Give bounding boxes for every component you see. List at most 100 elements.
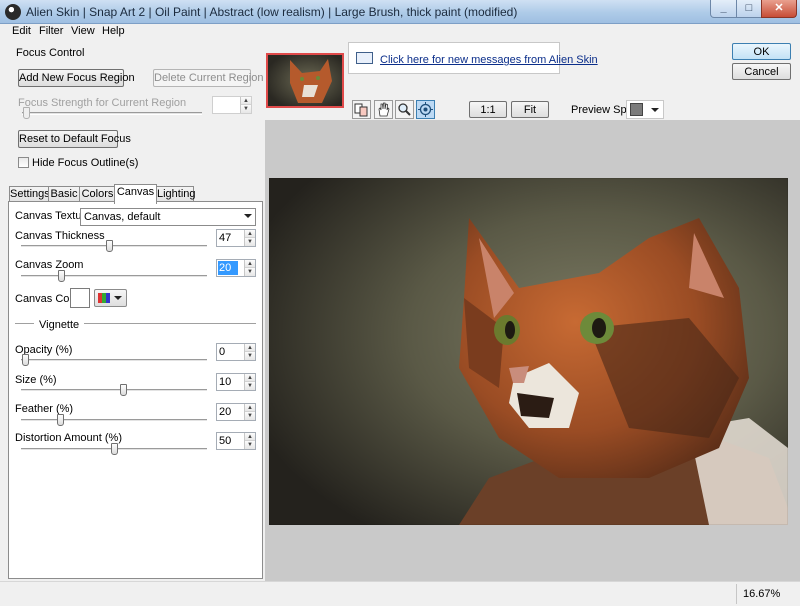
size-slider-thumb[interactable] (120, 384, 127, 396)
distortion-label: Distortion Amount (%) (15, 432, 122, 444)
canvas-thickness-spinner[interactable]: 47 ▲ ▼ (216, 229, 256, 247)
focus-strength-label: Focus Strength for Current Region (18, 97, 187, 109)
spin-down-icon[interactable]: ▼ (245, 268, 255, 276)
canvas-zoom-label: Canvas Zoom (15, 259, 84, 271)
spin-up-icon[interactable]: ▲ (245, 433, 255, 441)
ok-button[interactable]: OK (732, 43, 791, 60)
opacity-slider-track (21, 359, 207, 362)
hide-focus-outline-checkbox[interactable] (18, 157, 29, 168)
canvas-thickness-label: Canvas Thickness (15, 230, 105, 242)
navigator-thumbnail[interactable] (266, 53, 344, 108)
feather-spinner[interactable]: 20 ▲ ▼ (216, 403, 256, 421)
zoom-icon[interactable] (395, 100, 414, 119)
window-title: Alien Skin | Snap Art 2 | Oil Paint | Ab… (26, 5, 518, 19)
zoom-status-cell: 16.67% (736, 584, 798, 604)
canvas-color-swatch[interactable] (70, 288, 90, 308)
message-envelope-icon (356, 52, 373, 64)
spin-up-icon[interactable]: ▲ (245, 374, 255, 382)
focus-target-icon[interactable] (416, 100, 435, 119)
split-mode-icon (630, 103, 643, 116)
tab-settings[interactable]: Settings (9, 186, 50, 202)
focus-strength-slider-track (22, 112, 202, 115)
zoom-fit-button[interactable]: Fit (511, 101, 549, 118)
canvas-zoom-spinner[interactable]: 20 ▲ ▼ (216, 259, 256, 277)
canvas-texture-value: Canvas, default (84, 211, 161, 223)
size-input[interactable]: 10 (217, 374, 243, 390)
maximize-button[interactable]: □ (736, 0, 762, 18)
chevron-down-icon (651, 108, 659, 112)
delete-focus-region-button[interactable]: Delete Current Region (153, 69, 263, 87)
spin-down-icon[interactable]: ▼ (245, 412, 255, 420)
menu-view[interactable]: View (71, 25, 95, 37)
chevron-down-icon (244, 214, 252, 218)
compare-icon[interactable] (352, 100, 371, 119)
canvas-zoom-slider-thumb[interactable] (58, 270, 65, 282)
messages-banner[interactable]: Click here for new messages from Alien S… (348, 42, 598, 74)
menu-filter[interactable]: Filter (39, 25, 63, 37)
spin-up-icon[interactable]: ▲ (245, 344, 255, 352)
menu-edit[interactable]: Edit (12, 25, 31, 37)
vignette-divider-left (15, 323, 34, 325)
spin-down-icon[interactable]: ▼ (245, 352, 255, 360)
tab-basic[interactable]: Basic (48, 186, 80, 202)
hide-focus-outline-label: Hide Focus Outline(s) (32, 157, 139, 169)
feather-slider-thumb[interactable] (57, 414, 64, 426)
add-focus-region-button[interactable]: Add New Focus Region (18, 69, 135, 87)
reset-default-focus-button[interactable]: Reset to Default Focus (18, 130, 131, 148)
messages-link[interactable]: Click here for new messages from Alien S… (380, 54, 598, 66)
spin-up-icon[interactable]: ▲ (245, 404, 255, 412)
canvas-zoom-input[interactable]: 20 (218, 261, 238, 275)
focus-strength-slider-thumb[interactable] (23, 107, 30, 119)
canvas-texture-dropdown[interactable]: Canvas, default (80, 208, 256, 226)
vignette-label: Vignette (39, 319, 80, 331)
spin-down-icon[interactable]: ▼ (241, 105, 251, 113)
focus-strength-input[interactable] (213, 97, 239, 113)
menu-bar: Edit Filter View Help (0, 24, 800, 40)
canvas-thickness-slider-track (21, 245, 207, 248)
preview-image[interactable] (269, 178, 788, 525)
distortion-spinner[interactable]: 50 ▲ ▼ (216, 432, 256, 450)
status-bar: 16.67% (0, 581, 800, 606)
cancel-button[interactable]: Cancel (732, 63, 791, 80)
tab-colors[interactable]: Colors (79, 186, 116, 202)
feather-input[interactable]: 20 (217, 404, 243, 420)
spin-up-icon[interactable]: ▲ (245, 260, 255, 268)
color-picker-button[interactable] (94, 289, 127, 307)
tab-canvas[interactable]: Canvas (114, 184, 157, 204)
distortion-slider-thumb[interactable] (111, 443, 118, 455)
menu-help[interactable]: Help (102, 25, 125, 37)
title-bar[interactable]: Alien Skin | Snap Art 2 | Oil Paint | Ab… (0, 0, 800, 24)
minimize-button[interactable]: _ (710, 0, 737, 18)
opacity-spinner[interactable]: 0 ▲ ▼ (216, 343, 256, 361)
focus-control-label: Focus Control (16, 47, 85, 59)
canvas-thickness-input[interactable]: 47 (217, 230, 243, 246)
opacity-input[interactable]: 0 (217, 344, 243, 360)
spin-up-icon[interactable]: ▲ (245, 230, 255, 238)
hand-icon[interactable] (374, 100, 393, 119)
close-button[interactable]: ✕ (761, 0, 797, 18)
opacity-slider-thumb[interactable] (22, 354, 29, 366)
palette-icon (98, 293, 110, 303)
spin-up-icon[interactable]: ▲ (241, 97, 251, 105)
app-icon (5, 4, 21, 20)
chevron-down-icon (114, 296, 122, 300)
zoom-1-to-1-button[interactable]: 1:1 (469, 101, 507, 118)
focus-strength-spinner[interactable]: ▲ ▼ (212, 96, 252, 114)
feather-label: Feather (%) (15, 403, 74, 415)
distortion-input[interactable]: 50 (217, 433, 243, 449)
size-spinner[interactable]: 10 ▲ ▼ (216, 373, 256, 391)
canvas-thickness-slider-thumb[interactable] (106, 240, 113, 252)
canvas-tab-panel: Canvas Texture: Canvas, default Canvas T… (8, 201, 263, 579)
spin-down-icon[interactable]: ▼ (245, 382, 255, 390)
navigator-cat-thumbnail (268, 55, 342, 106)
spin-down-icon[interactable]: ▼ (245, 238, 255, 246)
tab-lighting[interactable]: Lighting (156, 186, 196, 202)
zoom-level: 16.67% (743, 588, 781, 600)
size-label: Size (%) (15, 374, 57, 386)
preview-split-dropdown[interactable] (626, 100, 664, 119)
oil-paint-cat-preview (269, 178, 788, 525)
spin-down-icon[interactable]: ▼ (245, 441, 255, 449)
size-slider-track (21, 389, 207, 392)
vignette-divider-right (84, 323, 256, 325)
canvas-zoom-slider-track (21, 275, 207, 278)
